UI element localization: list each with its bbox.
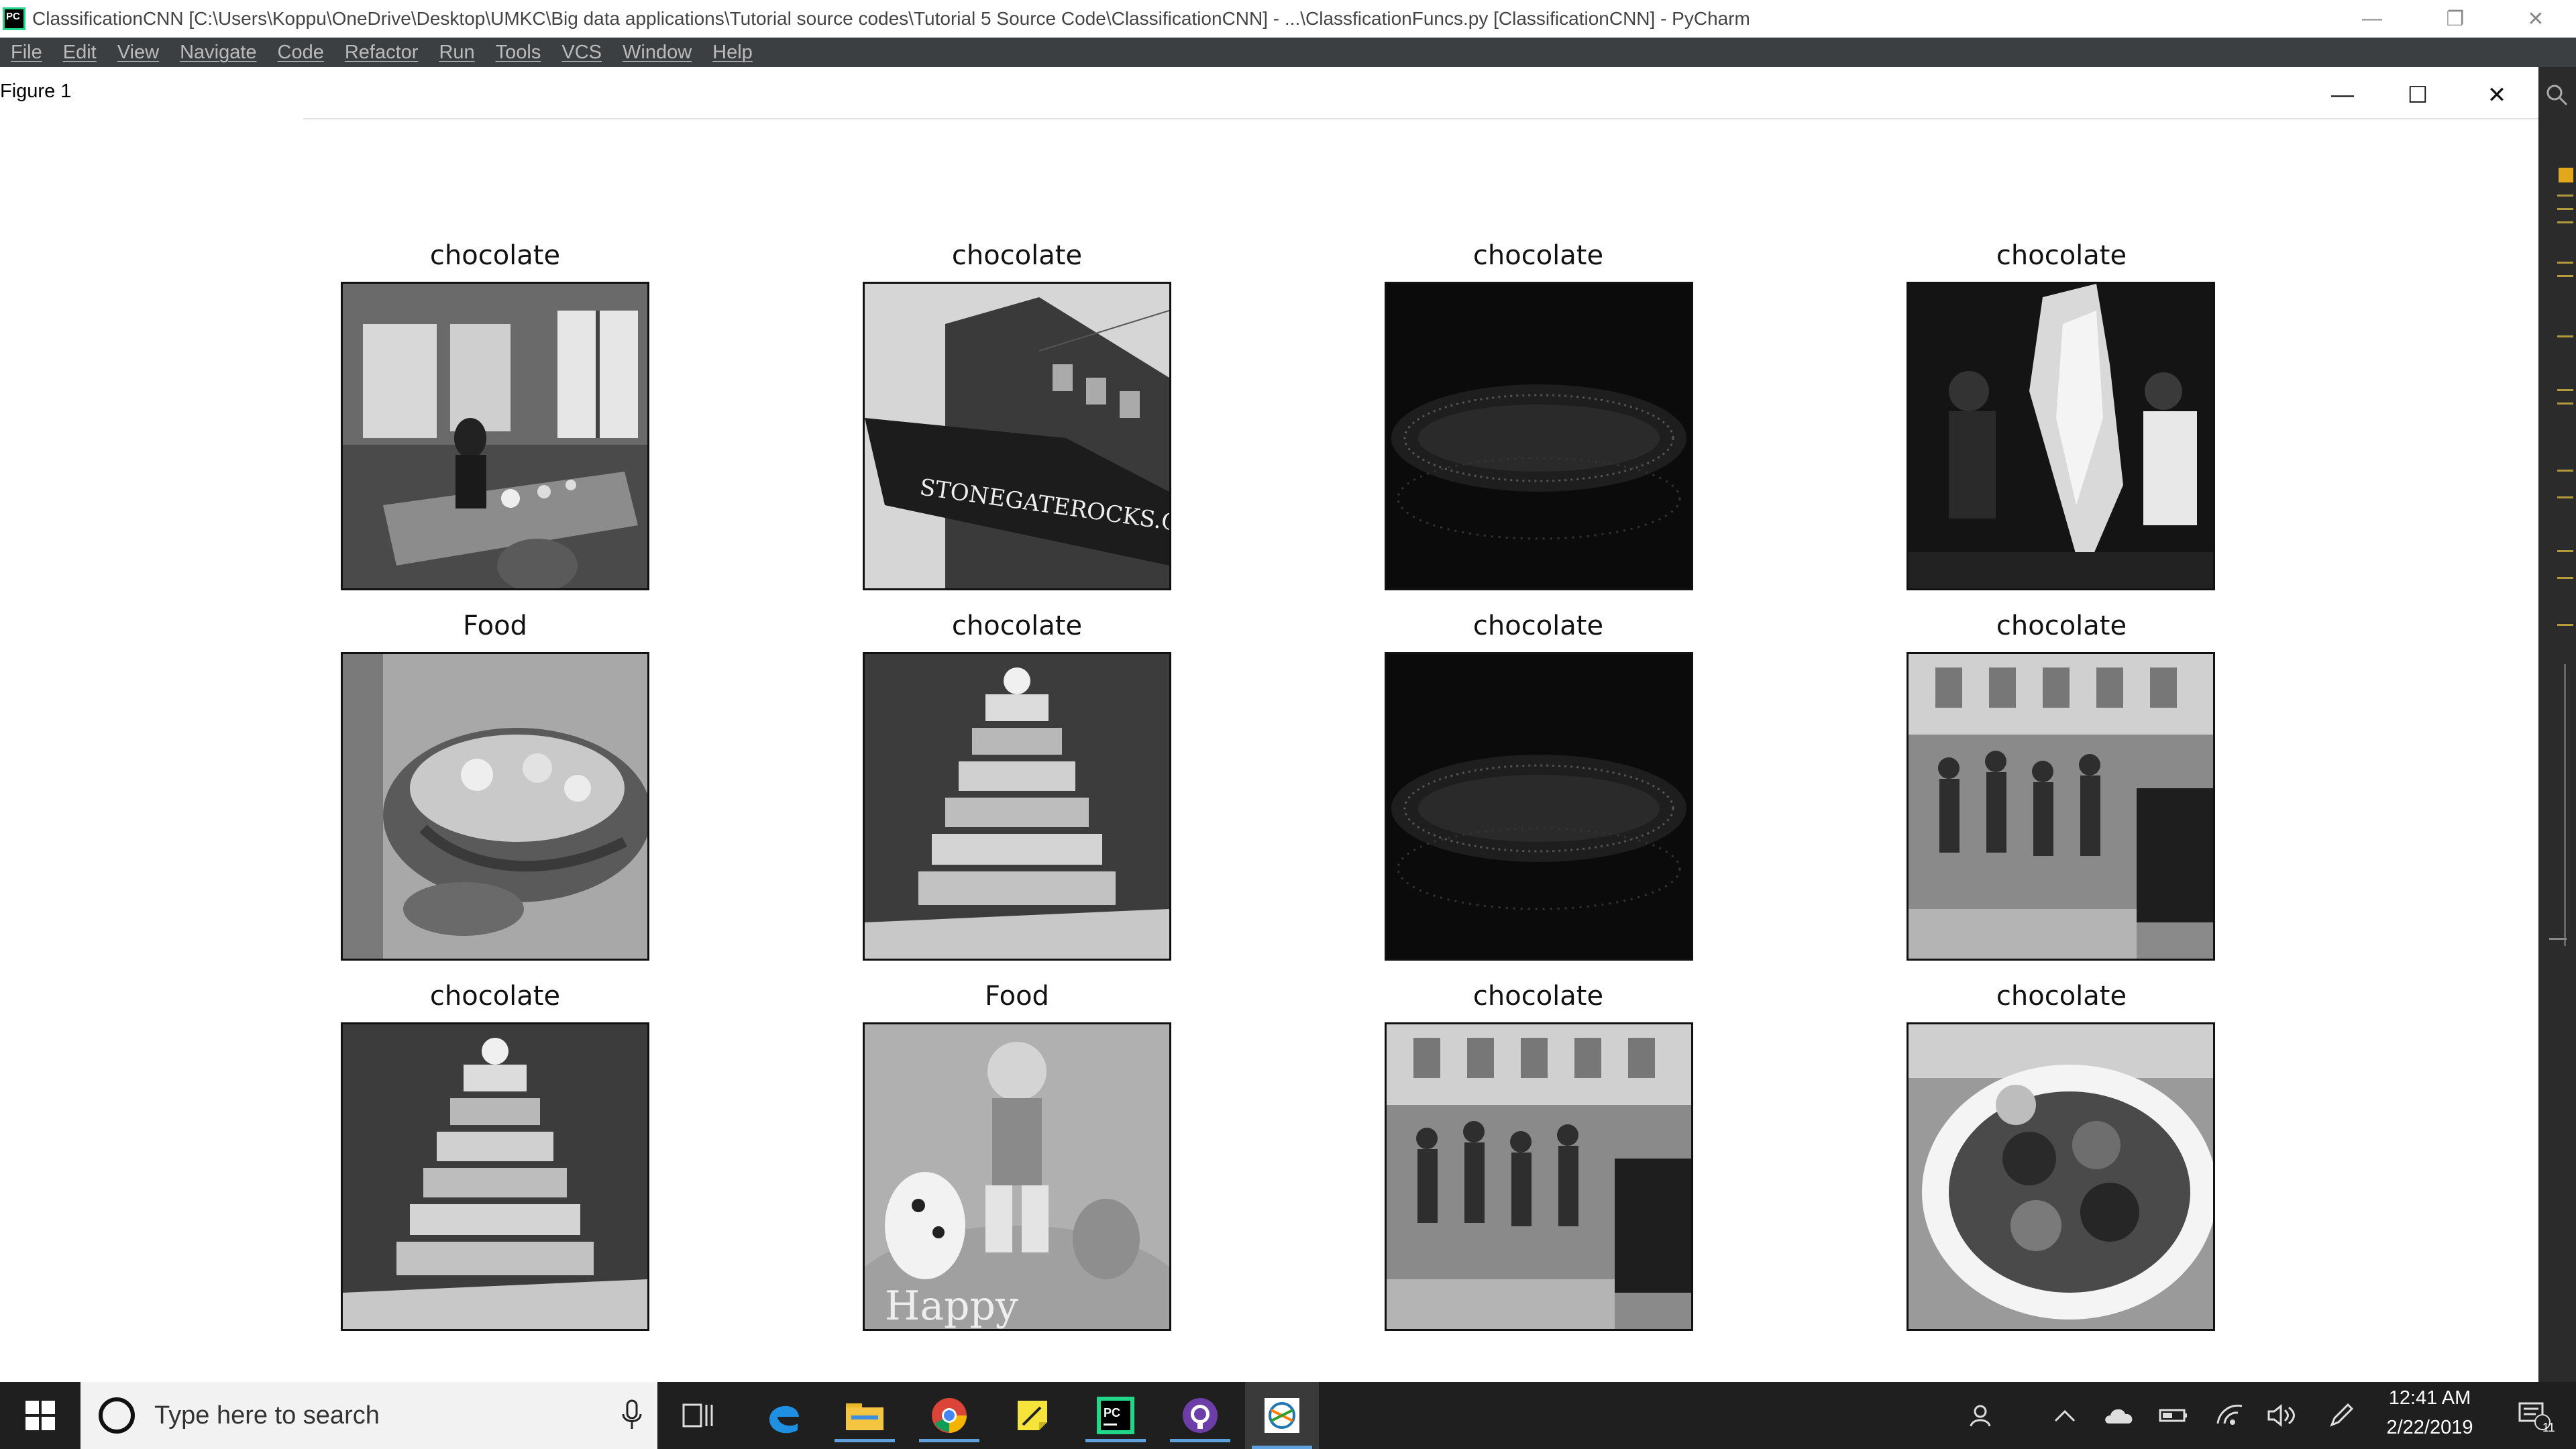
edge-browser-icon[interactable] <box>747 1389 821 1442</box>
gutter-mark[interactable] <box>2557 208 2573 210</box>
menu-code[interactable]: Code <box>278 42 324 64</box>
chevron-up-icon[interactable] <box>2045 1389 2085 1442</box>
taskbar-search-box[interactable]: Type here to search <box>80 1382 657 1449</box>
people-icon[interactable] <box>1963 1389 2003 1442</box>
notification-count: 11 <box>2542 1421 2555 1434</box>
active-indicator <box>1252 1446 1312 1449</box>
menu-navigate[interactable]: Navigate <box>180 42 256 64</box>
subplot-title: chocolate <box>951 610 1083 641</box>
subplot-title: chocolate <box>1472 981 1604 1012</box>
sticky-notes-icon[interactable] <box>996 1389 1069 1442</box>
menu-refactor[interactable]: Refactor <box>345 42 419 64</box>
subplot-title: Food <box>985 981 1049 1012</box>
pycharm-taskbar-icon[interactable]: PC <box>1079 1389 1152 1442</box>
pen-icon[interactable] <box>2321 1389 2361 1442</box>
gutter-mark[interactable] <box>2557 262 2573 264</box>
wifi-icon[interactable] <box>2210 1389 2250 1442</box>
gutter-mark[interactable] <box>2557 402 2573 405</box>
svg-text:Happy: Happy <box>885 1283 1018 1329</box>
menu-vcs[interactable]: VCS <box>561 42 602 64</box>
menu-edit[interactable]: Edit <box>63 42 97 64</box>
gutter-mark[interactable] <box>2557 577 2573 579</box>
figure-maximize-icon[interactable]: ☐ <box>2404 82 2431 109</box>
figure-minimize-icon[interactable]: — <box>2329 82 2356 108</box>
subplot-title: chocolate <box>1472 610 1604 641</box>
onedrive-icon[interactable] <box>2100 1389 2140 1442</box>
subplot-image-shop-crowd <box>1385 1022 1693 1331</box>
gutter-mark[interactable] <box>2557 550 2573 552</box>
action-center-icon[interactable]: 11 <box>2508 1389 2561 1442</box>
volume-icon[interactable] <box>2262 1389 2302 1442</box>
subplot-title: chocolate <box>1472 240 1604 271</box>
figure-title: Figure 1 <box>0 80 72 102</box>
menu-bar: File Edit View Navigate Code Refactor Ru… <box>0 38 2576 67</box>
windows-logo-icon <box>25 1401 55 1430</box>
subplot-image-street-stall <box>1907 282 2215 590</box>
matplotlib-figure-window: Figure 1 — ☐ ✕ chocolate chocolate STONE… <box>0 67 2538 1382</box>
subplot-title: chocolate <box>429 981 561 1012</box>
gutter-mark[interactable] <box>2557 389 2573 391</box>
gutter-mark[interactable] <box>2557 195 2573 197</box>
clock-time[interactable]: 12:41 AM <box>2363 1387 2497 1409</box>
active-indicator <box>1085 1439 1146 1442</box>
minimize-icon[interactable]: — <box>2334 0 2410 38</box>
editor-scroll-gutter[interactable] <box>2538 67 2576 1382</box>
subplot-image-shop-crowd <box>1907 652 2215 961</box>
windows-taskbar: Type here to search PC 12:41 AM 2/22/201… <box>0 1382 2576 1449</box>
window-title: ClassificationCNN [C:\Users\Koppu\OneDri… <box>32 8 1750 29</box>
battery-icon[interactable] <box>2153 1389 2194 1442</box>
subplot-title: chocolate <box>951 240 1083 271</box>
subplot-image-food-plate <box>1907 1022 2215 1331</box>
subplot-title: chocolate <box>1996 240 2127 271</box>
chrome-icon[interactable] <box>912 1389 986 1442</box>
figure-close-icon[interactable]: ✕ <box>2483 82 2510 109</box>
gutter-mark[interactable] <box>2557 470 2573 472</box>
gutter-mark[interactable] <box>2549 938 2567 940</box>
task-view-icon[interactable] <box>661 1389 735 1442</box>
subplot-title: chocolate <box>429 240 561 271</box>
cortana-icon[interactable] <box>97 1395 137 1436</box>
search-placeholder: Type here to search <box>154 1401 380 1430</box>
menu-tools[interactable]: Tools <box>496 42 541 64</box>
menu-view[interactable]: View <box>117 42 159 64</box>
subplot-image-cupcake-tower <box>863 652 1171 961</box>
github-desktop-icon[interactable] <box>1163 1389 1237 1442</box>
search-icon[interactable] <box>2545 83 2569 107</box>
active-indicator <box>1170 1439 1230 1442</box>
active-indicator <box>835 1439 895 1442</box>
subplot-image-stonegate-building: STONEGATEROCKS.COM <box>863 282 1171 590</box>
subplot-image-food-basket <box>341 652 649 961</box>
subplot-image-dark-texture <box>1385 652 1693 961</box>
subplot-image-dining-room <box>341 282 649 590</box>
scroll-thumb[interactable] <box>2564 664 2566 946</box>
gutter-mark[interactable] <box>2557 624 2573 626</box>
menu-help[interactable]: Help <box>712 42 753 64</box>
gutter-mark[interactable] <box>2557 221 2573 223</box>
active-indicator <box>919 1439 979 1442</box>
gutter-mark[interactable] <box>2557 496 2573 498</box>
subplot-image-cupcake-tower <box>341 1022 649 1331</box>
microphone-icon[interactable] <box>620 1399 644 1432</box>
subplot-image-dark-texture <box>1385 282 1693 590</box>
figure-toolbar-divider <box>303 118 2538 119</box>
windows-start-button[interactable] <box>0 1382 80 1449</box>
subplot-title: Food <box>463 610 527 641</box>
close-icon[interactable]: ✕ <box>2498 0 2573 38</box>
gutter-mark[interactable] <box>2557 275 2573 277</box>
window-title-bar[interactable]: PC ClassificationCNN [C:\Users\Koppu\One… <box>0 0 2576 38</box>
gutter-mark[interactable] <box>2557 335 2573 337</box>
clock-date[interactable]: 2/22/2019 <box>2363 1417 2497 1439</box>
pycharm-app-icon: PC <box>3 7 25 30</box>
subplot-title: chocolate <box>1996 610 2127 641</box>
menu-file[interactable]: File <box>11 42 42 64</box>
svg-text:PC: PC <box>1104 1406 1120 1419</box>
menu-run[interactable]: Run <box>439 42 474 64</box>
restore-icon[interactable]: ❐ <box>2418 0 2493 38</box>
python-figure-taskbar-icon[interactable] <box>1245 1382 1319 1449</box>
warning-marker[interactable] <box>2559 168 2573 182</box>
file-explorer-icon[interactable] <box>828 1389 902 1442</box>
subplot-image-fondant-cake: Happy <box>863 1022 1171 1331</box>
menu-window[interactable]: Window <box>623 42 692 64</box>
subplot-title: chocolate <box>1996 981 2127 1012</box>
